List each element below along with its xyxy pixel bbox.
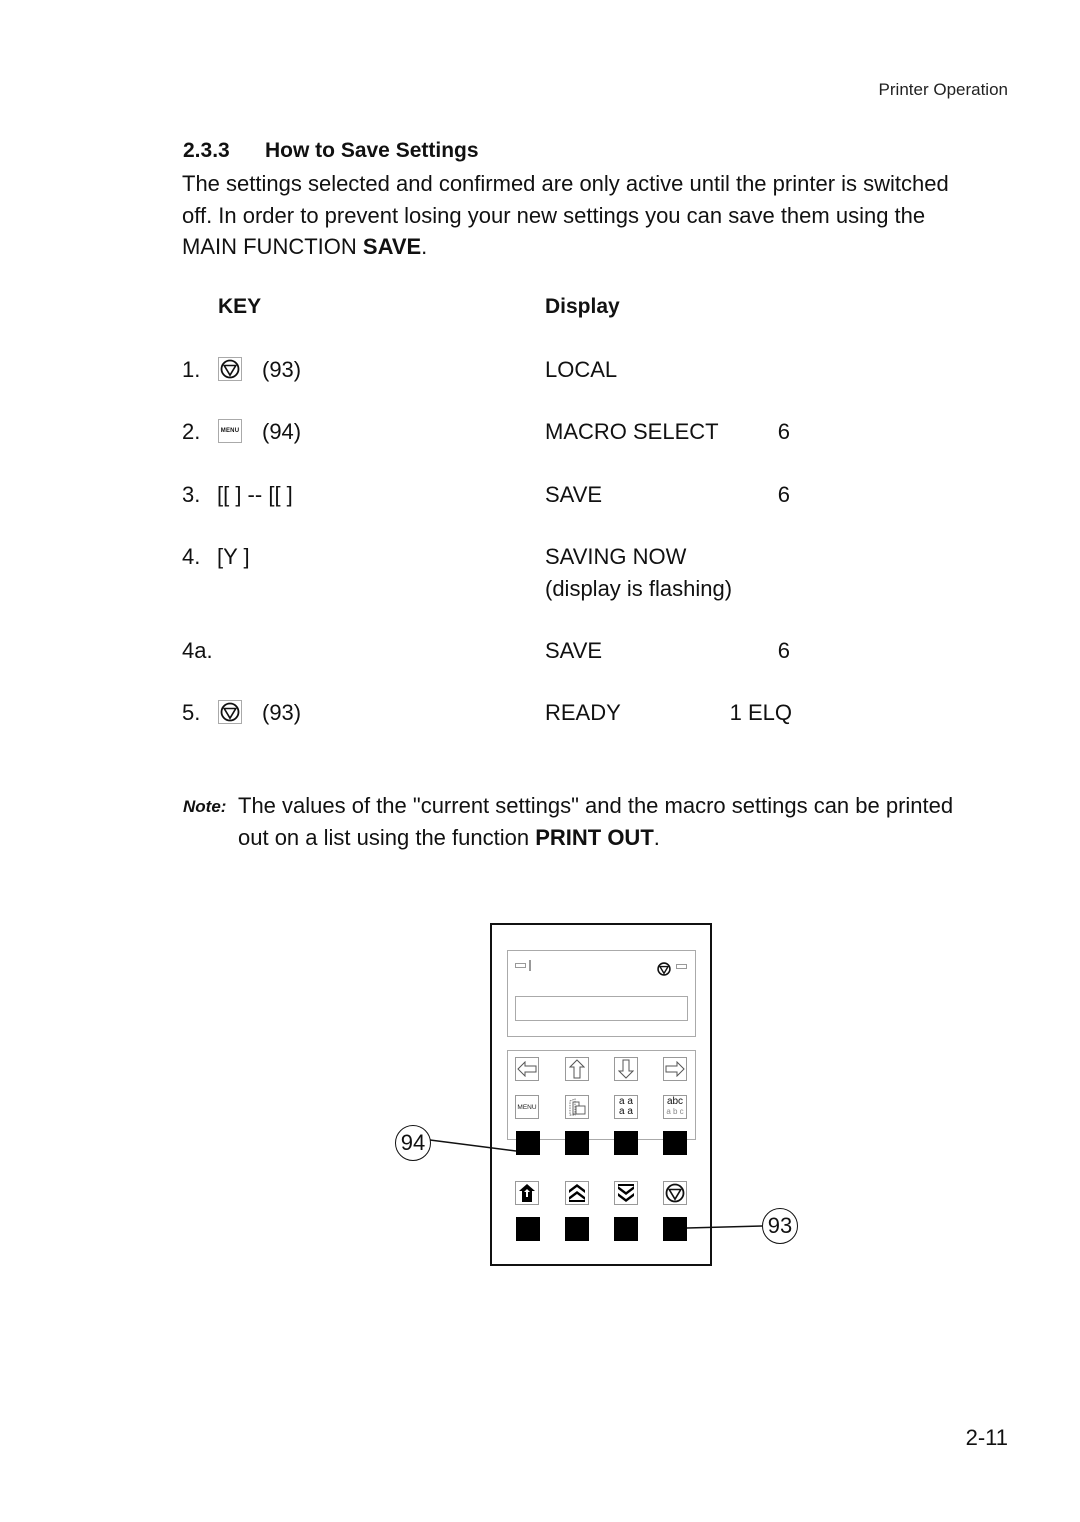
callout-line-94 [429, 1139, 517, 1152]
callout-94: 94 [395, 1125, 431, 1161]
callout-93: 93 [762, 1208, 798, 1244]
page-number: 2-11 [965, 1425, 1008, 1450]
callout-line-93 [686, 1225, 763, 1229]
callout-lines [429, 1139, 763, 1229]
